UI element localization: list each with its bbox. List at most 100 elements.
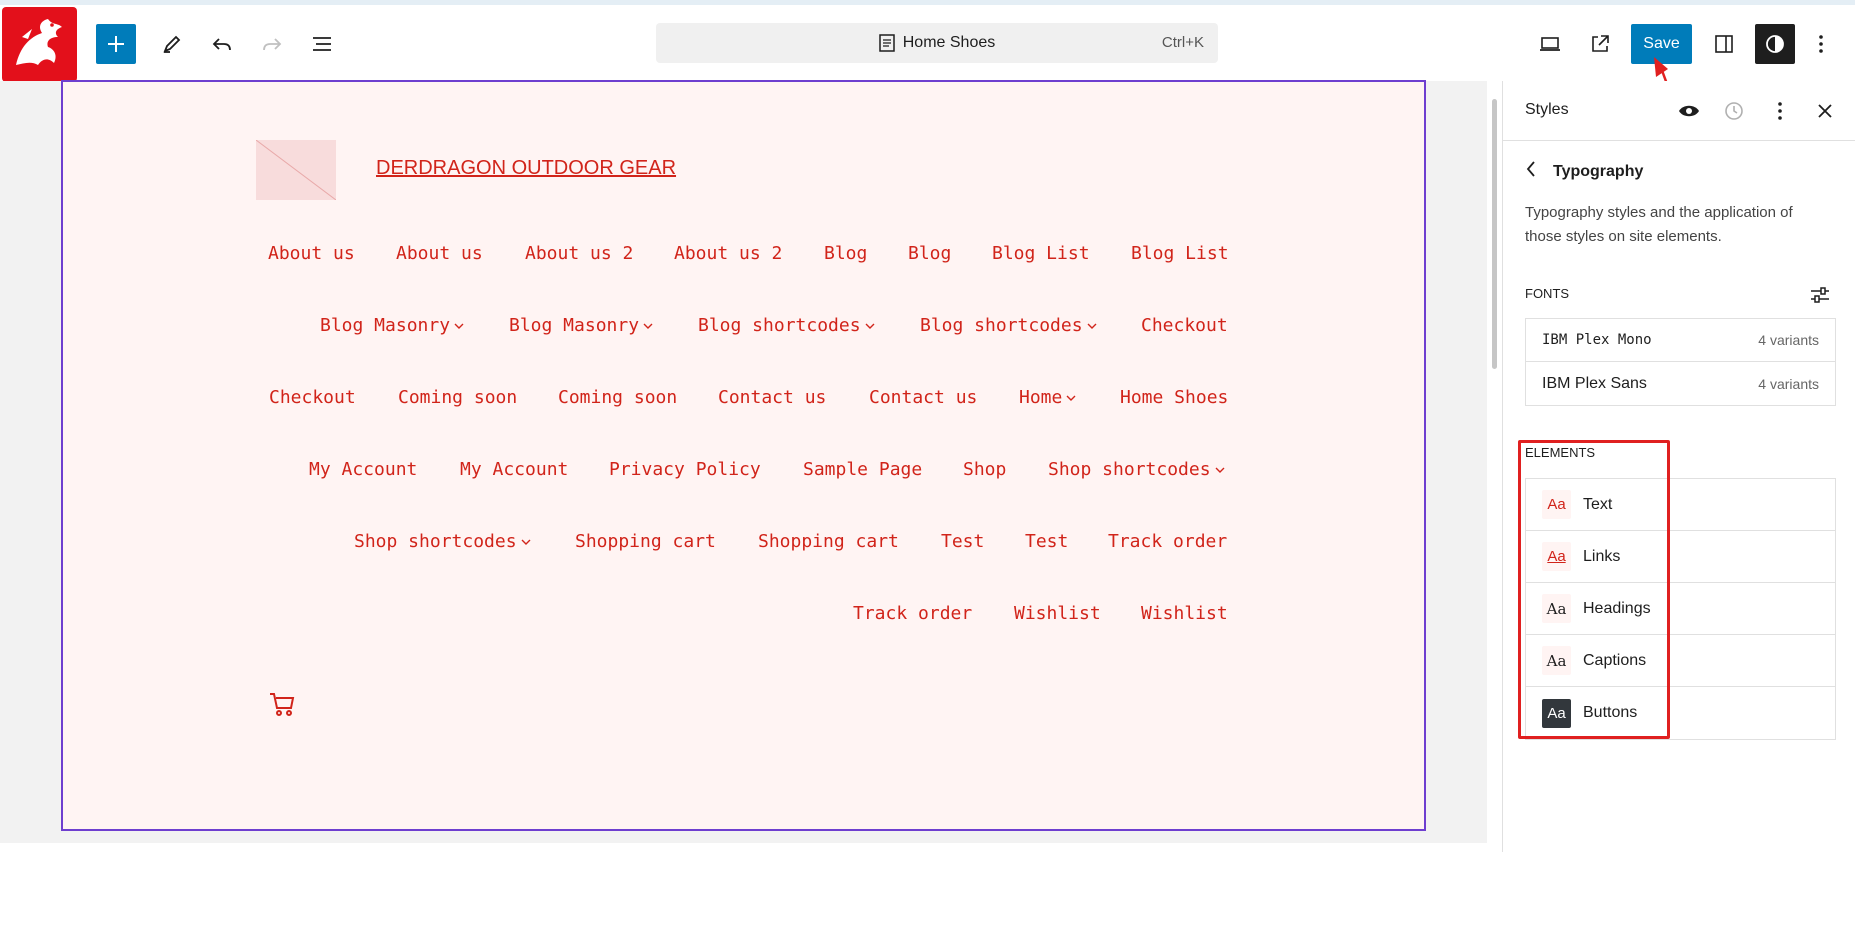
nav-item[interactable]: About us 2 [674,243,782,264]
nav-item-label: Blog List [1131,243,1229,264]
close-sidebar-button[interactable] [1813,99,1837,123]
nav-item[interactable]: Blog [824,243,867,264]
nav-item[interactable]: Sample Page [803,459,922,480]
nav-item-label: Shop shortcodes [1048,459,1211,480]
nav-item-label: Blog List [992,243,1090,264]
site-logo-dragon[interactable] [2,7,77,82]
nav-item[interactable]: My Account [309,459,417,480]
nav-item-label: Home Shoes [1120,387,1229,408]
font-name: IBM Plex Sans [1542,374,1647,392]
chevron-down-icon [865,320,875,333]
font-list: IBM Plex Mono 4 variants IBM Plex Sans 4… [1525,318,1836,406]
nav-item[interactable]: Blog shortcodes [920,315,1097,336]
canvas-horizontal-scrollbar[interactable] [0,843,1502,852]
shortcut-hint: Ctrl+K [1161,34,1204,51]
nav-item[interactable]: Checkout [269,387,356,408]
document-title: Home Shoes [902,34,996,51]
nav-item[interactable]: Shop shortcodes [1048,459,1225,480]
styles-button[interactable] [1755,24,1795,64]
editor-toolbar: Home Shoes Ctrl+K Save [0,5,1855,82]
undo-button[interactable] [202,24,242,64]
chevron-left-icon [1526,161,1535,177]
nav-item[interactable]: Track order [1108,531,1227,552]
nav-item-label: Blog Masonry [509,315,640,336]
nav-item-label: Privacy Policy [609,459,761,480]
nav-item[interactable]: Shopping cart [758,531,899,552]
edit-tool-button[interactable] [152,24,192,64]
external-link-icon [1592,35,1609,52]
site-logo-placeholder[interactable] [255,139,337,201]
nav-item-label: Contact us [869,387,978,408]
nav-item[interactable]: Blog [908,243,951,264]
nav-item[interactable]: Home [1019,387,1076,408]
history-icon [1725,102,1743,120]
nav-item-label: About us [268,243,355,264]
font-item-ibm-plex-mono[interactable]: IBM Plex Mono 4 variants [1526,319,1835,362]
redo-button[interactable] [252,24,292,64]
nav-item[interactable]: Track order [853,603,972,624]
sidebar-toggle-icon [1715,35,1733,53]
nav-item[interactable]: Wishlist [1014,603,1101,624]
nav-item[interactable]: Coming soon [398,387,517,408]
nav-item[interactable]: Shop shortcodes [354,531,531,552]
nav-item[interactable]: Shop [963,459,1006,480]
undo-icon [212,38,231,51]
nav-item[interactable]: Checkout [1141,315,1228,336]
font-name: IBM Plex Mono [1542,332,1652,348]
back-button[interactable] [1525,160,1537,183]
nav-item[interactable]: Blog List [1131,243,1229,264]
nav-item[interactable]: Home Shoes [1120,387,1228,408]
cart-icon[interactable] [268,690,296,723]
nav-item-label: Sample Page [803,459,923,480]
redo-icon [263,38,282,51]
nav-item-label: About us [396,243,483,264]
nav-item[interactable]: My Account [460,459,568,480]
nav-item-label: Blog shortcodes [698,315,861,336]
font-variants: 4 variants [1758,332,1819,348]
nav-item[interactable]: Contact us [718,387,826,408]
command-palette-button[interactable]: Home Shoes Ctrl+K [656,23,1218,63]
nav-item[interactable]: About us [396,243,483,264]
options-menu-button[interactable] [1806,24,1836,64]
document-overview-button[interactable] [302,24,342,64]
more-vertical-icon [1778,102,1782,120]
nav-item[interactable]: Coming soon [558,387,677,408]
nav-item[interactable]: Blog shortcodes [698,315,875,336]
list-view-icon [313,37,331,51]
nav-item[interactable]: Test [941,531,984,552]
nav-item[interactable]: About us 2 [525,243,633,264]
nav-item-label: My Account [309,459,418,480]
nav-item[interactable]: Privacy Policy [609,459,761,480]
nav-item[interactable]: Blog Masonry [509,315,653,336]
sidebar-title: Styles [1525,101,1569,118]
nav-item[interactable]: Blog Masonry [320,315,464,336]
nav-item-label: Blog [908,243,952,264]
nav-item-label: Shopping cart [758,531,899,552]
font-item-ibm-plex-sans[interactable]: IBM Plex Sans 4 variants [1526,362,1835,405]
nav-item[interactable]: Wishlist [1141,603,1228,624]
manage-fonts-button[interactable] [1808,283,1832,307]
nav-item[interactable]: Blog List [992,243,1090,264]
sidebar-options-button[interactable] [1768,99,1792,123]
fonts-section-label: FONTS [1525,286,1570,301]
style-book-button[interactable] [1677,99,1701,123]
nav-item[interactable]: About us [268,243,355,264]
revisions-button[interactable] [1722,99,1746,123]
nav-item-label: Shop shortcodes [354,531,517,552]
device-preview-button[interactable] [1530,24,1570,64]
nav-item-label: Home [1019,387,1063,408]
nav-item-label: Test [941,531,985,552]
nav-item[interactable]: Shopping cart [575,531,716,552]
typography-back-row: Typography [1525,160,1643,183]
add-block-button[interactable] [96,24,136,64]
view-site-button[interactable] [1580,24,1620,64]
site-title-link[interactable]: DERDRAGON OUTDOOR GEAR [376,157,676,180]
nav-item-label: Blog Masonry [320,315,451,336]
laptop-icon [1540,37,1560,51]
nav-item[interactable]: Contact us [869,387,977,408]
nav-item[interactable]: Test [1025,531,1068,552]
nav-item-label: Shop [963,459,1007,480]
canvas-scrollbar[interactable] [1487,81,1502,844]
nav-item-label: Wishlist [1141,603,1228,624]
nav-item-label: Checkout [269,387,356,408]
